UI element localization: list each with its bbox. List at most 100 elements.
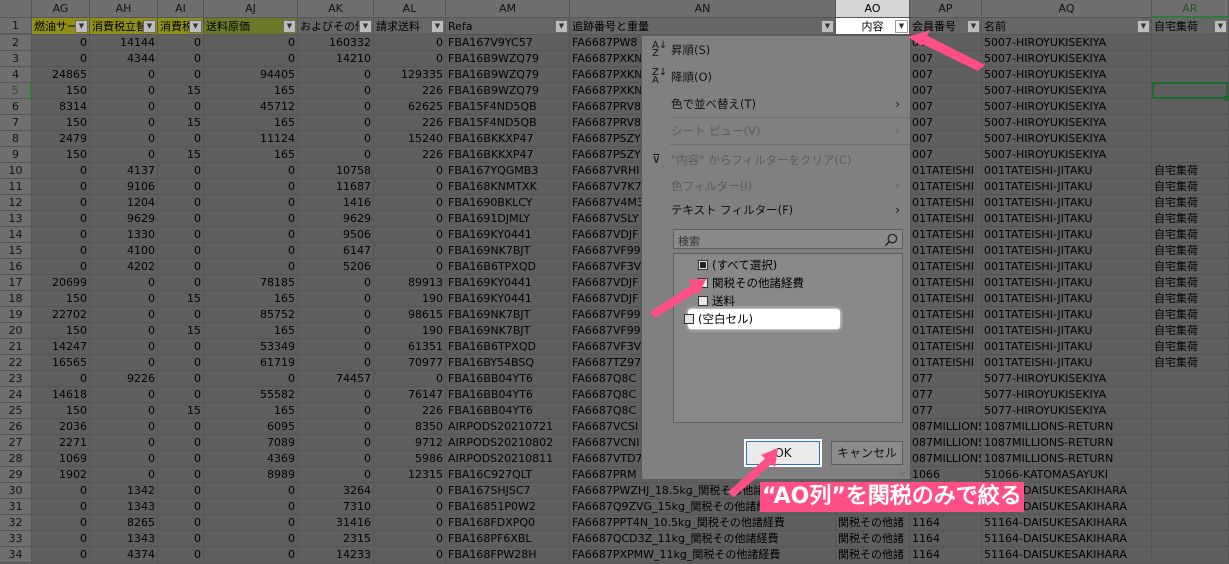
row-header[interactable]: 19 [0,307,32,323]
table-cell[interactable]: 001TATEISHI-JITAKU [982,307,1152,323]
row-header[interactable]: 33 [0,531,32,547]
table-cell[interactable]: 0 [204,531,298,547]
table-cell[interactable]: 9506 [298,227,374,243]
table-cell[interactable]: FBA167V9YC57 [446,35,570,51]
filter-dropdown-icon[interactable]: ▼ [359,20,372,33]
row-header[interactable]: 32 [0,515,32,531]
table-cell[interactable]: 2315 [298,531,374,547]
table-cell[interactable]: 1164 [910,531,982,547]
table-cell[interactable]: 1343 [90,499,158,515]
table-cell[interactable]: 0 [158,419,204,435]
table-cell[interactable]: FBA15F4ND5QB [446,115,570,131]
table-cell[interactable]: 001TATEISHI-JITAKU [982,163,1152,179]
table-cell[interactable] [1152,467,1229,483]
table-cell[interactable]: 自宅集荷 [1152,323,1229,339]
table-cell[interactable]: AIRPODS20210802 [446,435,570,451]
table-cell[interactable]: 51066-KATOMASAYUKI [982,467,1152,483]
table-cell[interactable]: 150 [32,147,90,163]
table-cell[interactable]: 087MILLIONS [910,419,982,435]
table-cell[interactable]: 150 [32,403,90,419]
table-cell[interactable]: 1416 [298,195,374,211]
sort-ascending-item[interactable]: A↓ Z 昇順(S) [642,38,910,62]
table-cell[interactable]: 9629 [298,211,374,227]
table-cell[interactable]: 0 [158,547,204,563]
table-cell[interactable]: FBA16BB04YT6 [446,371,570,387]
column-header-aq[interactable]: AQ [982,0,1152,18]
table-cell[interactable]: 165 [204,403,298,419]
filter-dropdown-icon[interactable]: ▼ [189,20,202,33]
row-header[interactable]: 31 [0,499,32,515]
table-cell[interactable]: FBA169NK7BJT [446,243,570,259]
table-cell[interactable]: 01TATEISHI [910,307,982,323]
table-cell[interactable]: 01TATEISHI [910,211,982,227]
table-cell[interactable]: 15 [158,323,204,339]
table-cell[interactable]: FBA16B9WZQ79 [446,67,570,83]
table-cell[interactable]: 0 [90,131,158,147]
table-cell[interactable]: 関税その他諸 [836,547,910,563]
table-cell[interactable]: 0 [158,307,204,323]
table-cell[interactable]: 0 [90,339,158,355]
filter-dropdown-icon[interactable]: ▼ [895,20,908,33]
table-cell[interactable]: 0 [90,147,158,163]
table-cell[interactable]: 0 [374,35,446,51]
row-header[interactable]: 9 [0,147,32,163]
table-cell[interactable]: 007 [910,115,982,131]
table-cell[interactable]: 15 [158,115,204,131]
table-cell[interactable]: 0 [298,451,374,467]
table-cell[interactable]: 15 [158,83,204,99]
table-cell[interactable]: 0 [298,99,374,115]
table-cell[interactable]: 1204 [90,195,158,211]
table-cell[interactable]: 0 [158,515,204,531]
table-cell[interactable] [1152,371,1229,387]
table-cell[interactable]: 0 [158,355,204,371]
table-cell[interactable]: FBA168FPW28H [446,547,570,563]
table-cell[interactable]: 4369 [204,451,298,467]
table-cell[interactable]: 0 [158,483,204,499]
table-cell[interactable]: 22702 [32,307,90,323]
row-header[interactable]: 12 [0,195,32,211]
table-cell[interactable]: 0 [158,371,204,387]
row-header[interactable]: 14 [0,227,32,243]
column-header-ah[interactable]: AH [90,0,158,18]
table-cell[interactable]: FBA1691DJMLY [446,211,570,227]
row-header[interactable]: 1 [0,18,32,34]
sort-by-color-item[interactable]: 色で並べ替え(T) › [642,92,910,116]
row-header[interactable]: 23 [0,371,32,387]
table-cell[interactable]: 0 [158,99,204,115]
table-cell[interactable]: 4100 [90,243,158,259]
table-cell[interactable]: 0 [32,243,90,259]
table-cell[interactable]: 8314 [32,99,90,115]
table-cell[interactable]: 0 [298,147,374,163]
table-cell[interactable]: 190 [374,323,446,339]
table-cell[interactable]: 2479 [32,131,90,147]
filter-value-list[interactable]: (すべて選択) ✓ 関税その他諸経費 送料 (空白セル) [673,253,903,423]
table-cell[interactable]: 0 [374,515,446,531]
table-cell[interactable] [1152,419,1229,435]
table-cell[interactable]: 0 [204,35,298,51]
column-header-an[interactable]: AN [570,0,836,18]
filter-dropdown-icon[interactable]: ▼ [821,20,834,33]
cancel-button[interactable]: キャンセル [831,441,903,465]
table-cell[interactable]: 5007-HIROYUKISEKIYA [982,67,1152,83]
fill-handle[interactable] [1224,96,1229,101]
table-cell[interactable]: 01TATEISHI [910,355,982,371]
table-cell[interactable]: 226 [374,83,446,99]
table-cell[interactable]: 0 [204,211,298,227]
table-cell[interactable]: 0 [158,259,204,275]
table-cell[interactable]: 自宅集荷 [1152,211,1229,227]
table-cell[interactable]: 150 [32,323,90,339]
table-cell[interactable]: 001TATEISHI-JITAKU [982,323,1152,339]
table-cell[interactable]: 0 [90,99,158,115]
table-cell[interactable]: 0 [158,451,204,467]
table-cell[interactable]: 89913 [374,275,446,291]
table-cell[interactable]: 0 [158,195,204,211]
table-cell[interactable]: 0 [158,51,204,67]
table-cell[interactable]: 8989 [204,467,298,483]
table-cell[interactable]: 0 [374,51,446,67]
table-cell[interactable]: 0 [298,307,374,323]
table-cell[interactable]: 226 [374,115,446,131]
table-cell[interactable]: FBA16BB04YT6 [446,387,570,403]
table-cell[interactable]: FA6687PPT4N_10.5kg_関税その他諸経費 [570,515,836,531]
row-header[interactable]: 13 [0,211,32,227]
table-cell[interactable]: 0 [32,371,90,387]
